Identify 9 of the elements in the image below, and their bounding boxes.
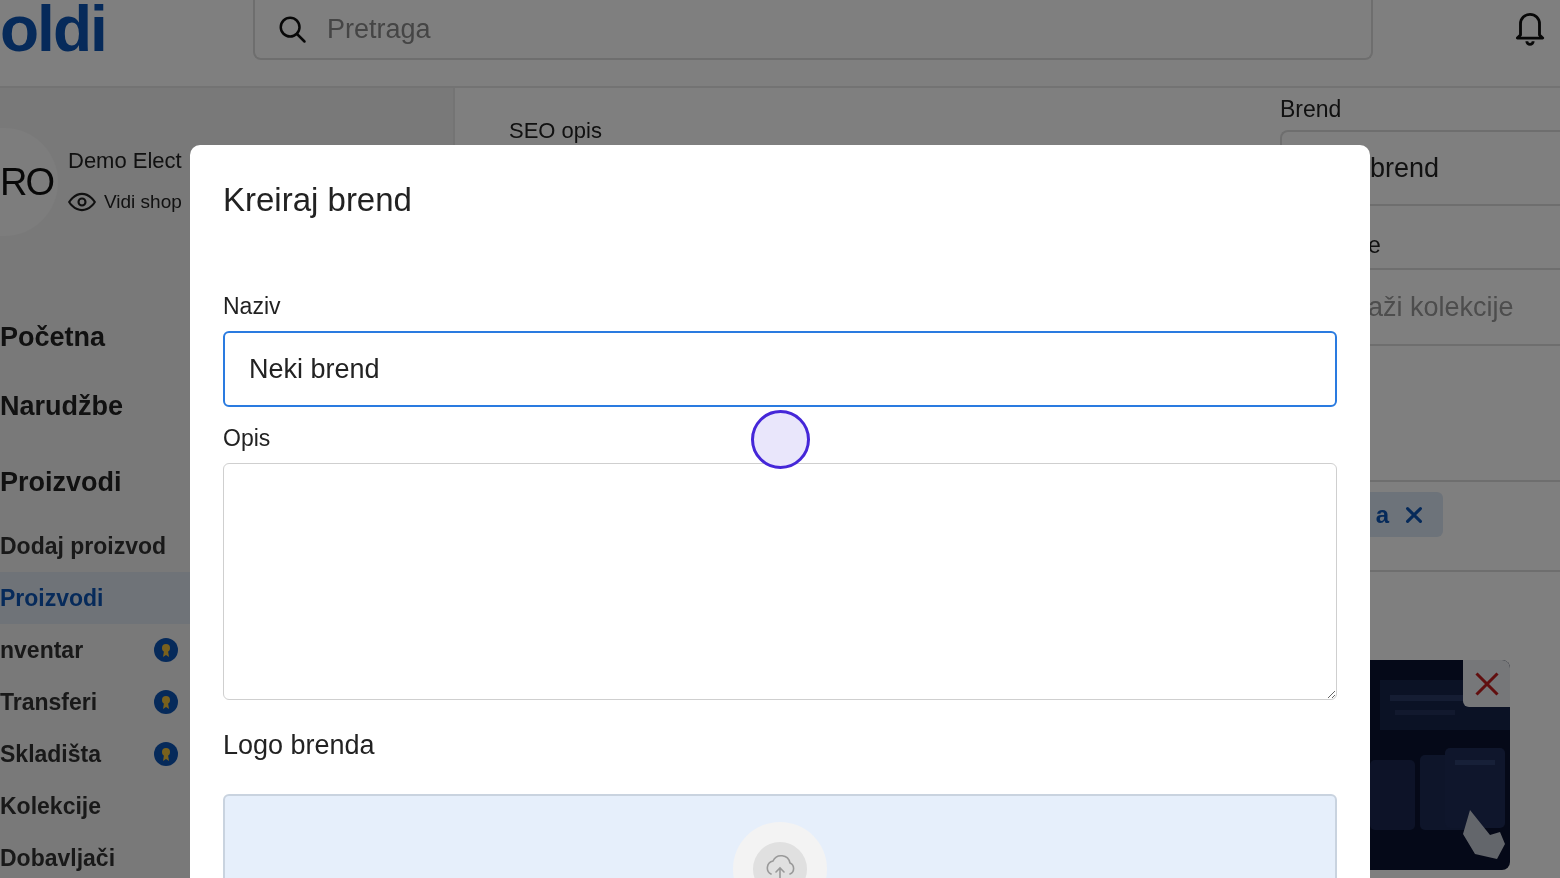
field-label: Opis	[223, 425, 271, 453]
logo: oldi	[0, 0, 107, 58]
shop-name: Demo Elect	[68, 148, 182, 174]
field-label: SEO opis	[509, 118, 603, 144]
field-label: Naziv	[223, 293, 281, 321]
modal-title: Kreiraj brend	[223, 181, 412, 220]
shop-avatar: RO	[0, 128, 58, 236]
field-label: Brend	[1280, 96, 1343, 124]
section-title: Logo brenda	[223, 730, 375, 762]
